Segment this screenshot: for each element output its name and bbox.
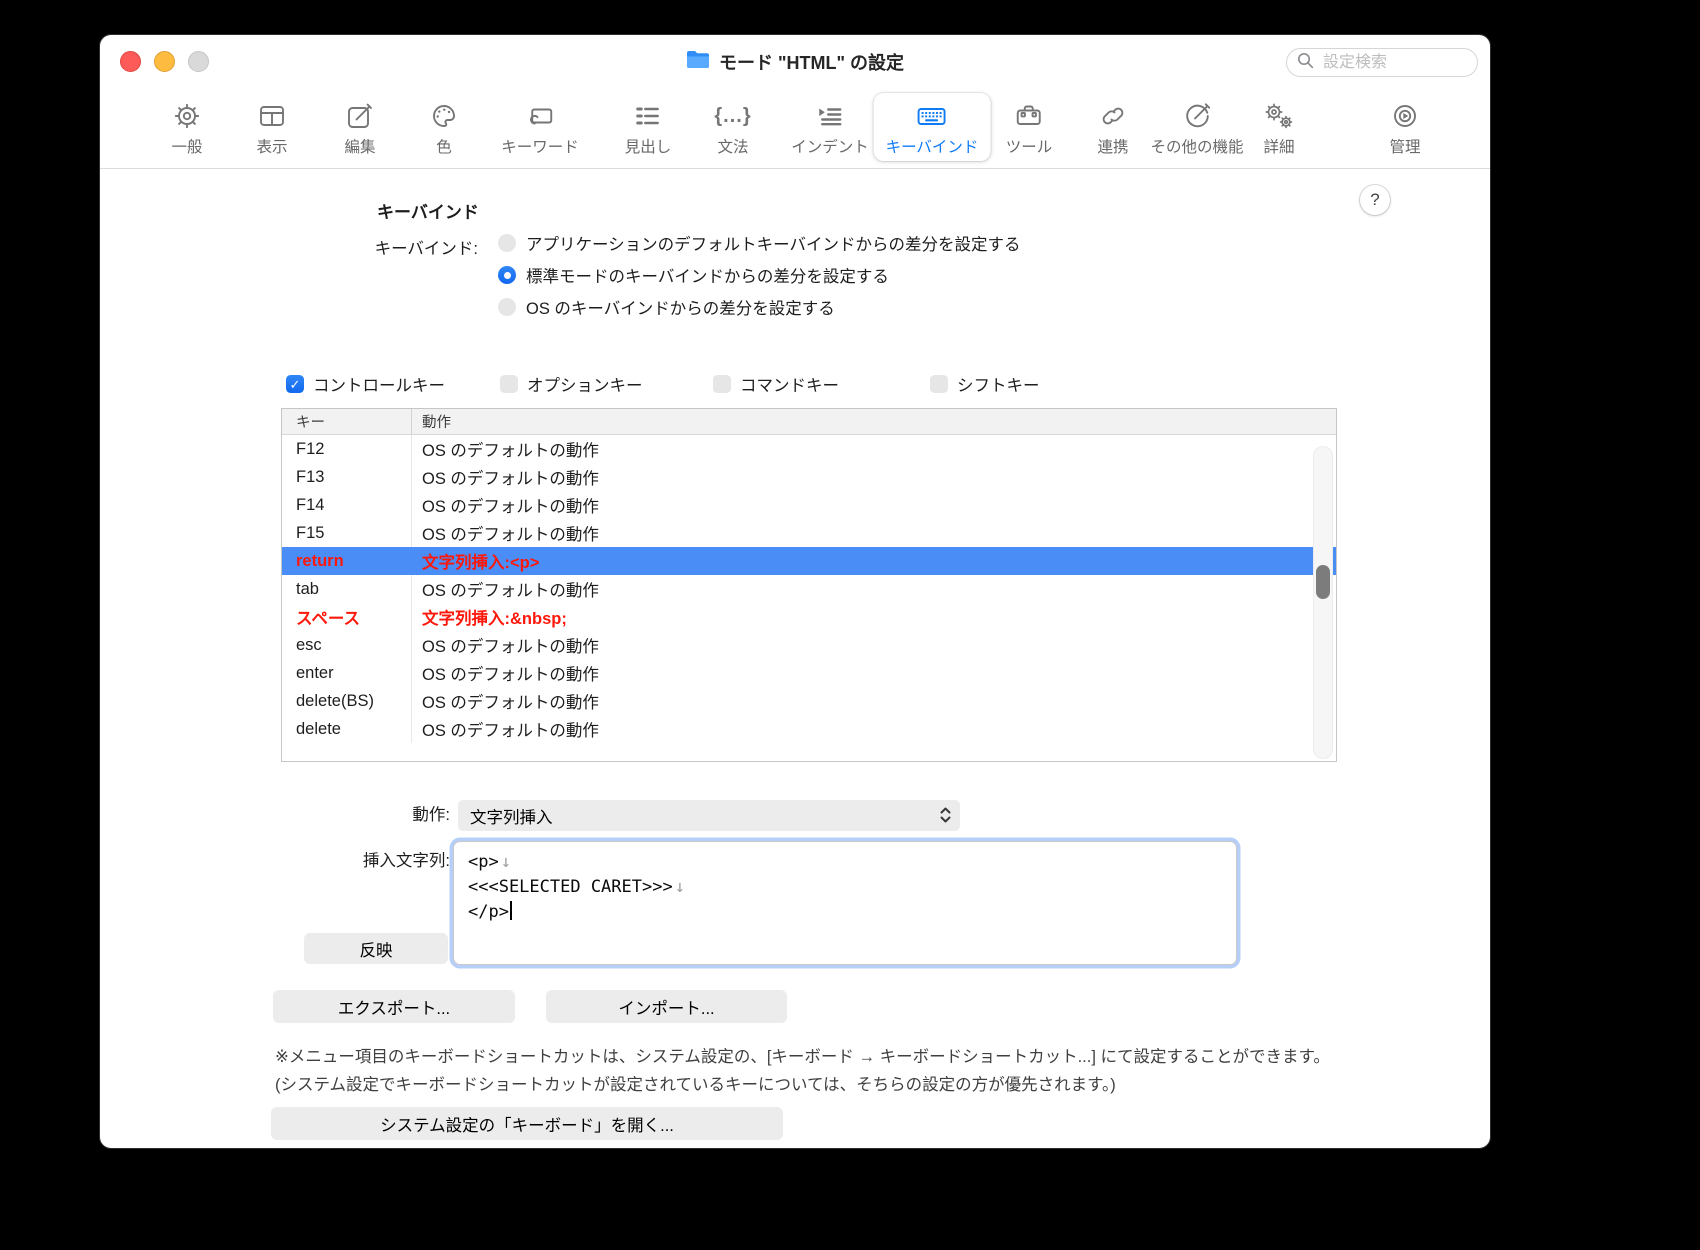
toolbar-item-integration[interactable]: 連携 (1085, 93, 1141, 161)
braces-icon: {...} (714, 98, 751, 134)
layout-icon (256, 98, 288, 134)
textarea-line: <<<SELECTED CARET>>>↓ (468, 875, 1222, 900)
toolbar-item-syntax[interactable]: {...} 文法 (702, 93, 763, 161)
column-header-key[interactable]: キー (282, 409, 412, 434)
action-dropdown[interactable]: 文字列挿入 (458, 800, 960, 831)
list-icon (632, 98, 664, 134)
text-caret (510, 901, 512, 920)
toolbar-item-tools[interactable]: ツール (994, 93, 1065, 161)
toolbar-item-color[interactable]: 色 (416, 93, 472, 161)
insert-string-label: 挿入文字列: (250, 847, 450, 871)
table-row[interactable]: F15 OS のデフォルトの動作 (282, 519, 1336, 547)
desktop-background: モード "HTML" の設定 一般 表示 編集 色 (0, 0, 1700, 1250)
toolbar-item-general[interactable]: 一般 (159, 93, 215, 161)
modifier-checkbox[interactable]: ✓ シフトキー (930, 371, 1040, 397)
apply-button[interactable]: 反映 (304, 933, 448, 964)
toolbar-item-edit[interactable]: 編集 (332, 93, 388, 161)
radio-option[interactable]: アプリケーションのデフォルトキーバインドからの差分を設定する (498, 227, 1021, 259)
modifier-key-checkboxes: ✓ コントロールキー ✓ オプションキー ✓ コマンドキー ✓ シフトキー (100, 371, 1490, 397)
circle-pencil-icon (1181, 98, 1213, 134)
table-row[interactable]: delete OS のデフォルトの動作 (282, 715, 1336, 743)
table-scrollbar-thumb[interactable] (1316, 565, 1330, 599)
toolbar-item-keybind[interactable]: キーバインド (874, 93, 991, 161)
settings-window: モード "HTML" の設定 一般 表示 編集 色 (100, 35, 1490, 1148)
export-button[interactable]: エクスポート... (273, 990, 515, 1023)
titlebar: モード "HTML" の設定 (100, 35, 1490, 88)
action-dropdown-value: 文字列挿入 (470, 804, 553, 828)
footnote-line2: (システム設定でキーボードショートカットが設定されているキーについては、そちらの… (275, 1071, 1455, 1099)
table-row[interactable]: return 文字列挿入:<p> (282, 547, 1336, 575)
table-row[interactable]: F14 OS のデフォルトの動作 (282, 491, 1336, 519)
checkbox-icon: ✓ (286, 375, 304, 393)
keyword-card-icon (524, 98, 556, 134)
folder-icon (686, 50, 710, 74)
help-button[interactable]: ? (1360, 185, 1390, 215)
keyboard-icon (915, 98, 949, 134)
keybinding-table: キー 動作 F12 OS のデフォルトの動作 F13 OS のデフォルトの動作 … (281, 408, 1337, 762)
table-row[interactable]: esc OS のデフォルトの動作 (282, 631, 1336, 659)
radio-option[interactable]: 標準モードのキーバインドからの差分を設定する (498, 259, 1021, 291)
keybind-mode-radios: アプリケーションのデフォルトキーバインドからの差分を設定する 標準モードのキーバ… (498, 227, 1021, 323)
checkbox-icon: ✓ (500, 375, 518, 393)
table-body: F12 OS のデフォルトの動作 F13 OS のデフォルトの動作 F14 OS… (282, 435, 1336, 743)
radio-icon (498, 234, 516, 252)
open-system-keyboard-settings-button[interactable]: システム設定の「キーボード」を開く... (271, 1107, 783, 1140)
search-icon (1297, 52, 1314, 74)
toolbar-item-misc[interactable]: その他の機能 (1138, 93, 1255, 161)
import-button[interactable]: インポート... (546, 990, 787, 1023)
palette-icon (428, 98, 460, 134)
modifier-checkbox[interactable]: ✓ コマンドキー (713, 371, 839, 397)
return-symbol: ↓ (501, 852, 511, 872)
toolbar-item-indent[interactable]: インデント (779, 93, 881, 161)
circled-dial-icon (1389, 98, 1421, 134)
toolbar-item-advanced[interactable]: 詳細 (1250, 93, 1308, 161)
table-row[interactable]: F13 OS のデフォルトの動作 (282, 463, 1336, 491)
table-scrollbar-track[interactable] (1313, 446, 1333, 759)
radio-icon (498, 266, 516, 284)
link-icon (1097, 98, 1129, 134)
action-label: 動作: (250, 800, 450, 831)
table-header: キー 動作 (282, 409, 1336, 435)
footnote: ※メニュー項目のキーボードショートカットは、システム設定の、[キーボード → キ… (275, 1043, 1455, 1099)
insert-string-textarea[interactable]: <p>↓ <<<SELECTED CARET>>>↓ </p>↓ (453, 841, 1237, 965)
gear-icon (171, 98, 203, 134)
settings-search-field[interactable] (1286, 48, 1478, 77)
textarea-line: </p>↓ (468, 900, 1222, 925)
gears-icon (1262, 98, 1296, 134)
modifier-checkbox[interactable]: ✓ コントロールキー (286, 371, 445, 397)
toolbar-item-keyword[interactable]: キーワード (489, 93, 591, 161)
table-row[interactable]: F12 OS のデフォルトの動作 (282, 435, 1336, 463)
toolbar-item-heading[interactable]: 見出し (613, 93, 684, 161)
table-row[interactable]: スペース 文字列挿入:&nbsp; (282, 603, 1336, 631)
toolbar-item-manage[interactable]: 管理 (1377, 93, 1433, 161)
modifier-checkbox[interactable]: ✓ オプションキー (500, 371, 643, 397)
briefcase-icon (1013, 98, 1045, 134)
textarea-line: <p>↓ (468, 850, 1222, 875)
table-row[interactable]: delete(BS) OS のデフォルトの動作 (282, 687, 1336, 715)
window-title: モード "HTML" の設定 (100, 35, 1490, 88)
checkbox-icon: ✓ (713, 375, 731, 393)
toolbar: 一般 表示 編集 色 キーワード 見出し {...} (100, 88, 1490, 169)
table-row[interactable]: enter OS のデフォルトの動作 (282, 659, 1336, 687)
radio-icon (498, 298, 516, 316)
page-title: キーバインド (377, 198, 479, 223)
return-symbol: ↓ (675, 877, 685, 897)
search-input[interactable] (1321, 53, 1467, 73)
chevron-up-down-icon (939, 805, 952, 830)
indent-icon (814, 98, 846, 134)
column-header-action[interactable]: 動作 (412, 411, 1336, 432)
toolbar-item-display[interactable]: 表示 (244, 93, 300, 161)
radio-option[interactable]: OS のキーバインドからの差分を設定する (498, 291, 1021, 323)
footnote-line1: ※メニュー項目のキーボードショートカットは、システム設定の、[キーボード → キ… (275, 1043, 1455, 1071)
table-row[interactable]: tab OS のデフォルトの動作 (282, 575, 1336, 603)
keybind-mode-label: キーバインド: (280, 235, 478, 259)
window-title-text: モード "HTML" の設定 (719, 49, 904, 75)
edit-icon (344, 98, 376, 134)
checkbox-icon: ✓ (930, 375, 948, 393)
